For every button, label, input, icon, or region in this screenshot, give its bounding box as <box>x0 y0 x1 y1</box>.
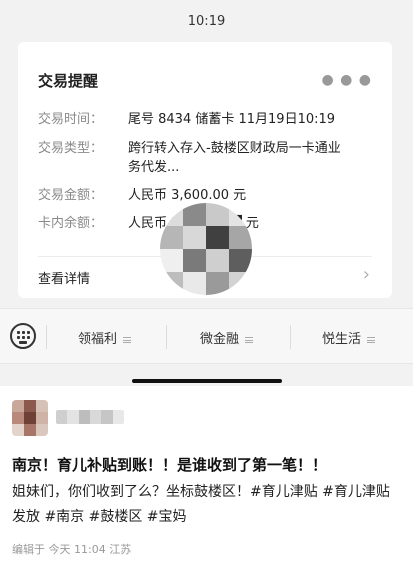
row-label: 卡内余额： <box>38 216 104 231</box>
menu-divider <box>166 325 167 349</box>
menu-item-label: 悦生活 <box>322 332 362 347</box>
keyboard-icon[interactable] <box>10 323 36 349</box>
chat-screenshot: 10:19 交易提醒 ● ● ● 交易时间： 尾号 8434 储蓄卡 11月19… <box>0 0 413 386</box>
row-value: 尾号 8434 储蓄卡 11月19日10:19 <box>128 112 336 127</box>
card-title: 交易提醒 <box>38 72 99 90</box>
bottom-menu-bar: 领福利 微金融 悦生活 <box>0 308 413 364</box>
view-details-link[interactable]: 查看详情 <box>38 268 90 287</box>
status-time: 10:19 <box>187 14 226 29</box>
chevron-right-icon[interactable]: › <box>363 264 370 285</box>
menu-lines-icon <box>367 336 376 343</box>
social-post: 南京！育儿补贴到账！！是谁收到了第一笔！！ 姐妹们，你们收到了么？坐标鼓楼区！#… <box>0 386 413 575</box>
row-label: 交易类型： <box>38 141 104 156</box>
menu-item-finance[interactable]: 微金融 <box>200 328 254 347</box>
post-meta: 编辑于 今天 11:04 江苏 <box>12 543 132 556</box>
menu-lines-icon <box>123 336 132 343</box>
pixelated-redaction <box>160 203 252 295</box>
username-redacted[interactable] <box>56 410 124 424</box>
menu-item-label: 微金融 <box>200 332 240 347</box>
menu-item-label: 领福利 <box>78 332 118 347</box>
home-indicator <box>132 379 282 383</box>
menu-item-life[interactable]: 悦生活 <box>322 328 376 347</box>
row-label: 交易时间： <box>38 112 104 127</box>
menu-item-welfare[interactable]: 领福利 <box>78 328 132 347</box>
post-title: 南京！育儿补贴到账！！是谁收到了第一笔！！ <box>12 456 328 474</box>
menu-divider <box>46 325 47 349</box>
row-value: 人民币 3,600.00 元 <box>128 188 247 203</box>
row-value: 跨行转入存入-鼓楼区财政局一卡通业务代发... <box>128 141 341 175</box>
post-body: 姐妹们，你们收到了么？坐标鼓楼区！#育儿津贴 #育儿津贴发放 #南京 #鼓楼区 … <box>12 484 390 525</box>
avatar[interactable] <box>12 400 48 436</box>
more-icon[interactable]: ● ● ● <box>321 72 372 88</box>
menu-lines-icon <box>245 336 254 343</box>
row-label: 交易金额： <box>38 188 104 203</box>
menu-divider <box>290 325 291 349</box>
